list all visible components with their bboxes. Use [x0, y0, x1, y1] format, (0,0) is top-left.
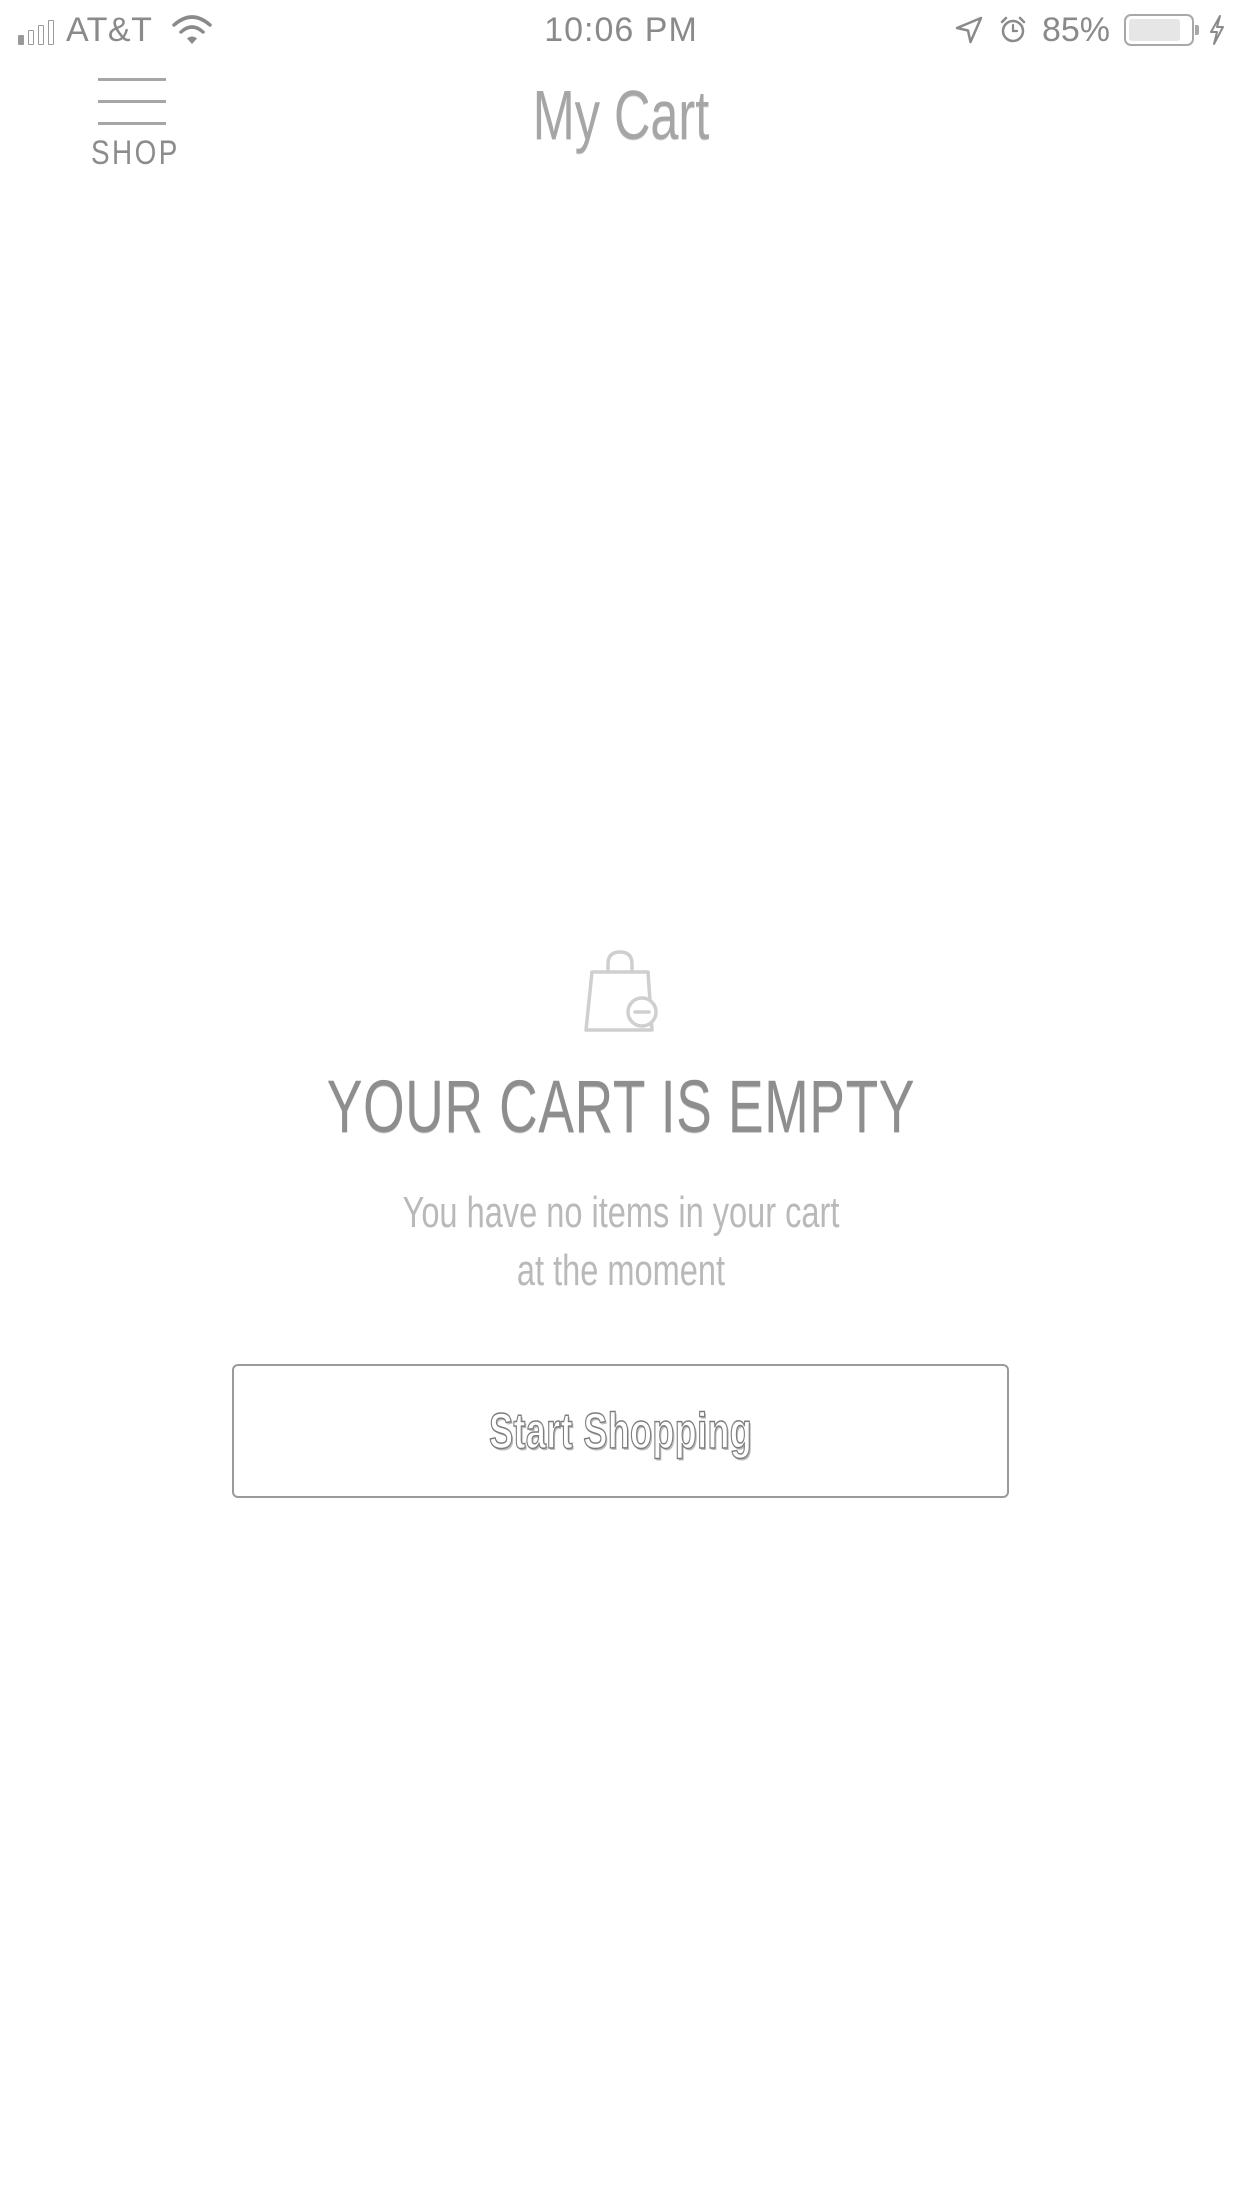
empty-cart-title: YOUR CART IS EMPTY [326, 1065, 916, 1148]
page-title: My Cart [532, 76, 710, 154]
start-shopping-label: Start Shopping [488, 1402, 753, 1460]
alarm-icon [1000, 16, 1026, 43]
shop-menu-label: SHOP [91, 134, 180, 172]
hamburger-menu-icon [98, 76, 166, 128]
battery-level-fill [1129, 19, 1180, 41]
shop-menu-button[interactable]: SHOP [82, 72, 182, 182]
charging-bolt-icon [1210, 15, 1224, 45]
battery-icon [1124, 14, 1199, 46]
location-arrow-icon [955, 16, 983, 44]
empty-cart-message-line-2: at the moment [516, 1246, 726, 1295]
start-shopping-button[interactable]: Start Shopping [232, 1364, 1009, 1498]
battery-percent: 85% [1041, 10, 1110, 49]
status-bar-right: 85% [954, 10, 1226, 50]
empty-cart-message-line-1: You have no items in your cart [402, 1188, 840, 1237]
empty-cart-message: You have no items in your cart at the mo… [161, 1184, 1080, 1300]
shopping-bag-minus-icon [584, 950, 658, 1032]
status-bar: AT&T 10:06 PM 85% [0, 0, 1242, 60]
